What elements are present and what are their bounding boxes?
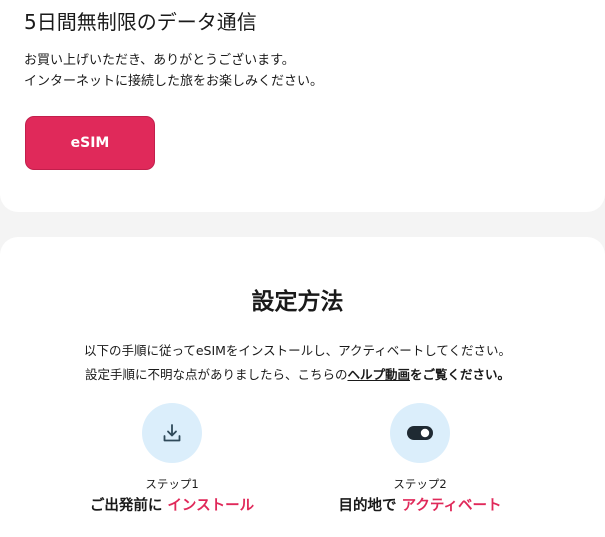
setup-instruction-2: 設定手順に不明な点がありましたら、こちらのヘルプ動画をご覧ください。 (0, 364, 595, 383)
step-1-title-accent: インストール (167, 498, 255, 514)
download-icon (163, 424, 181, 442)
thanks-line-1: お買い上げいただき、ありがとうございます。 (24, 53, 295, 68)
step-1-label: ステップ1 (145, 477, 199, 491)
help-video-link[interactable]: ヘルプ動画 (347, 367, 410, 382)
plan-title: 5日間無制限のデータ通信 (24, 10, 257, 34)
toggle-icon (407, 426, 433, 440)
step-2-label: ステップ2 (393, 477, 447, 491)
thanks-line-2: インターネットに接続した旅をお楽しみください。 (24, 74, 324, 89)
step-2-title-accent: アクティベート (401, 498, 502, 514)
instruction-suffix: をご覧ください。 (410, 367, 511, 382)
setup-instruction-1: 以下の手順に従ってeSIMをインストールし、アクティベートしてください。 (83, 343, 512, 358)
thanks-message: お買い上げいただき、ありがとうございます。 インターネットに接続した旅をお楽しみ… (24, 50, 323, 92)
setup-title: 設定方法 (251, 289, 344, 315)
step-1-icon-circle (142, 403, 202, 463)
step-1-title: ご出発前に インストール (52, 494, 292, 515)
esim-button[interactable]: eSIM (25, 116, 155, 170)
purchase-card: 5日間無制限のデータ通信 お買い上げいただき、ありがとうございます。 インターネ… (0, 0, 605, 212)
step-2-title: 目的地で アクティベート (300, 494, 540, 515)
step-1-title-prefix: ご出発前に (89, 498, 163, 514)
instruction-prefix: 設定手順に不明な点がありましたら、こちらの (84, 367, 348, 382)
step-2-icon-circle (390, 403, 450, 463)
step-2-title-prefix: 目的地で (338, 498, 397, 514)
